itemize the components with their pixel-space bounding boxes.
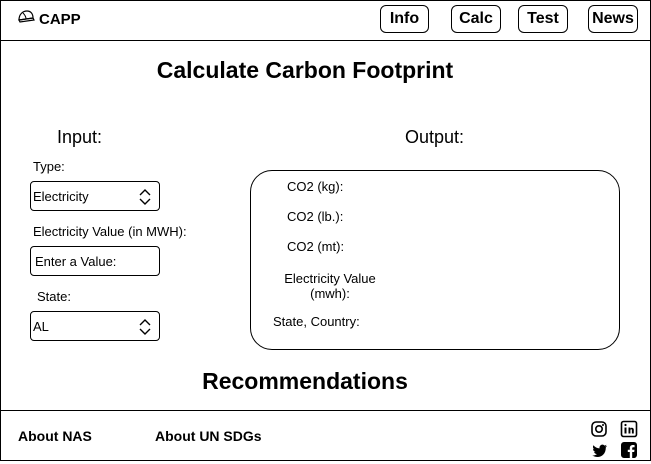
state-label: State:	[37, 289, 71, 304]
electricity-value-input[interactable]	[33, 253, 159, 269]
output-heading: Output:	[405, 127, 465, 147]
footer-divider	[0, 410, 651, 411]
output-co2-lb-label: CO2 (lb.):	[287, 209, 344, 224]
type-select-value: Electricity	[33, 188, 89, 204]
output-co2-mt-label: CO2 (mt):	[287, 239, 345, 254]
header: CAPP Info Calc Test News	[0, 0, 651, 41]
input-heading: Input:	[57, 127, 103, 147]
output-co2-kg-label: CO2 (kg):	[287, 179, 344, 194]
instagram-icon[interactable]	[590, 420, 608, 438]
brand[interactable]: CAPP	[17, 9, 81, 30]
nav-test-button[interactable]: Test	[518, 5, 568, 33]
page-title: Calculate Carbon Footprint	[156, 57, 454, 83]
type-select[interactable]: Electricity	[30, 181, 160, 211]
output-electricity-label-line1: Electricity Value	[284, 271, 376, 286]
state-select[interactable]: AL	[30, 311, 160, 341]
twitter-icon[interactable]	[590, 443, 608, 461]
facebook-icon[interactable]	[620, 441, 638, 459]
output-electricity-label-line2: (mwh):	[310, 286, 350, 301]
about-nas-link[interactable]: About NAS	[18, 428, 92, 444]
about-un-sdgs-link[interactable]: About UN SDGs	[155, 428, 262, 444]
electricity-value-field[interactable]	[30, 246, 160, 276]
recommendations-heading: Recommendations	[202, 368, 408, 394]
nav-info-button[interactable]: Info	[380, 5, 429, 33]
output-state-country-label: State, Country:	[273, 314, 360, 329]
select-updown-icon	[138, 187, 152, 210]
brand-name: CAPP	[39, 11, 81, 28]
select-updown-icon	[138, 317, 152, 340]
output-electricity-label: Electricity Value (mwh):	[272, 271, 388, 301]
nav-calc-button[interactable]: Calc	[451, 5, 501, 33]
type-label: Type:	[33, 159, 65, 174]
nav-news-button[interactable]: News	[588, 5, 638, 33]
cap-logo-icon	[17, 9, 35, 30]
linkedin-icon[interactable]	[620, 420, 638, 438]
state-select-value: AL	[33, 318, 49, 334]
electricity-value-label: Electricity Value (in MWH):	[33, 224, 187, 239]
